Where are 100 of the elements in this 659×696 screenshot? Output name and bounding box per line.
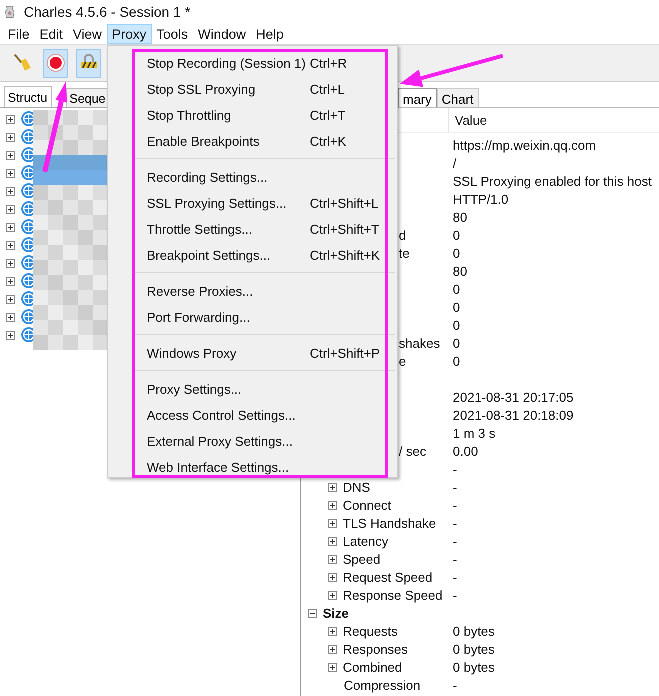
table-cell-text: 0 (452, 300, 460, 314)
table-cell-text: 80 (452, 210, 468, 224)
expand-icon[interactable] (328, 500, 337, 510)
expand-icon[interactable] (6, 204, 15, 214)
expand-icon[interactable] (328, 536, 337, 546)
table-cell-text: - (452, 678, 458, 692)
table-cell: te (399, 246, 410, 260)
app-icon (4, 4, 16, 20)
menu-item[interactable]: File (3, 24, 35, 44)
table-cell: Responses (343, 642, 408, 656)
table-cell: Latency (343, 534, 389, 548)
expand-icon[interactable] (328, 554, 337, 564)
tab[interactable]: Seque (66, 88, 110, 107)
expand-icon[interactable] (6, 240, 15, 250)
table-cell-text: - (452, 570, 458, 584)
expand-icon[interactable] (6, 114, 15, 124)
menu-item[interactable]: Help (251, 24, 289, 44)
expand-icon[interactable] (6, 312, 15, 322)
table-cell-text: 80 (452, 264, 468, 278)
table-cell-text: - (452, 480, 458, 494)
table-cell-text: 2021-08-31 20:17:05 (452, 390, 574, 404)
toolbar-button[interactable] (76, 48, 101, 78)
table-cell-text: 0 bytes (452, 660, 495, 674)
table-cell: TLS Handshake (343, 516, 436, 530)
menu-item[interactable]: Web Interface Settings... (108, 454, 397, 480)
menu-item[interactable]: View (68, 24, 108, 44)
menu-item[interactable]: Recording Settings... (108, 164, 397, 190)
table-cell: Request Speed (343, 570, 433, 584)
table-cell-text: 0 (452, 336, 460, 350)
table-cell-text: 0 (452, 354, 460, 368)
table-cell-text: HTTP/1.0 (452, 192, 509, 206)
expand-icon[interactable] (328, 590, 337, 600)
tab[interactable]: Structu (4, 86, 52, 107)
menu-item[interactable]: Proxy (107, 24, 152, 44)
broom-icon (12, 53, 32, 73)
expand-icon[interactable] (6, 150, 15, 160)
tab[interactable]: Chart (436, 88, 479, 107)
table-cell: Requests (343, 624, 398, 638)
menu-item[interactable]: Port Forwarding... (108, 304, 397, 330)
table-cell-text: 0.00 (452, 444, 478, 458)
toolbar-button[interactable] (43, 48, 68, 78)
table-cell-text: 2021-08-31 20:18:09 (452, 408, 574, 422)
window-title: Charles 4.5.6 - Session 1 * (24, 4, 191, 20)
expand-icon[interactable] (6, 330, 15, 340)
menu-item[interactable]: Enable Breakpoints Ctrl+K (108, 128, 397, 154)
menu-item[interactable]: Breakpoint Settings... Ctrl+Shift+K (108, 242, 397, 268)
collapse-icon[interactable] (308, 608, 317, 618)
menu-item[interactable]: Window (193, 24, 252, 44)
table-cell-text: 0 bytes (452, 642, 495, 656)
menu-item[interactable]: Reverse Proxies... (108, 278, 397, 304)
table-cell-text: - (452, 534, 458, 548)
menu-item[interactable]: Proxy Settings... (108, 376, 397, 402)
menu-item[interactable]: Tools (152, 24, 194, 44)
menu-item[interactable]: SSL Proxying Settings... Ctrl+Shift+L (108, 190, 397, 216)
expand-icon[interactable] (6, 168, 15, 178)
record-icon (46, 53, 66, 73)
menu-item[interactable]: Stop Throttling Ctrl+T (108, 102, 397, 128)
table-cell: Combined (343, 660, 402, 674)
table-cell: Speed (343, 552, 381, 566)
expand-icon[interactable] (6, 258, 15, 268)
table-cell-text: - (452, 516, 458, 530)
expand-icon[interactable] (6, 186, 15, 196)
table-cell-text: 1 m 3 s (452, 426, 496, 440)
menu-item[interactable]: Access Control Settings... (108, 402, 397, 428)
table-cell-text: - (452, 498, 458, 512)
table-cell: DNS (343, 480, 370, 494)
menu-item[interactable]: Stop SSL Proxying Ctrl+L (108, 76, 397, 102)
table-cell-text: 0 (452, 246, 460, 260)
expand-icon[interactable] (328, 482, 337, 492)
expand-icon[interactable] (6, 132, 15, 142)
table-cell-text: https://mp.weixin.qq.com (452, 138, 596, 152)
expand-icon[interactable] (328, 644, 337, 654)
menu-item[interactable]: Throttle Settings... Ctrl+Shift+T (108, 216, 397, 242)
table-cell: Connect (343, 498, 392, 512)
table-cell-text: - (452, 588, 458, 602)
menu-item[interactable]: Windows Proxy Ctrl+Shift+P (108, 340, 397, 366)
expand-icon[interactable] (328, 518, 337, 528)
table-cell-text: 0 (452, 282, 460, 296)
table-cell-text: - (452, 462, 458, 476)
table-cell: Response Speed (343, 588, 443, 602)
table-cell: d (399, 228, 406, 242)
expand-icon[interactable] (328, 626, 337, 636)
menu-item[interactable]: External Proxy Settings... (108, 428, 397, 454)
table-cell-text: - (452, 552, 458, 566)
expand-icon[interactable] (6, 294, 15, 304)
table-cell: Compression (344, 678, 421, 692)
table-cell-text: 0 (452, 318, 460, 332)
expand-icon[interactable] (328, 662, 337, 672)
table-cell: / sec (399, 444, 426, 458)
table-cell-text: / (452, 156, 457, 170)
table-cell-text: 0 (452, 228, 460, 242)
column-header: Value (454, 112, 488, 128)
menu-item[interactable]: Edit (34, 24, 68, 44)
expand-icon[interactable] (328, 572, 337, 582)
tab[interactable]: mary (398, 88, 437, 107)
expand-icon[interactable] (6, 222, 15, 232)
table-cell-text: 0 bytes (452, 624, 495, 638)
table-cell: shakes (399, 336, 440, 350)
expand-icon[interactable] (6, 276, 15, 286)
table-cell: Size (323, 606, 350, 620)
